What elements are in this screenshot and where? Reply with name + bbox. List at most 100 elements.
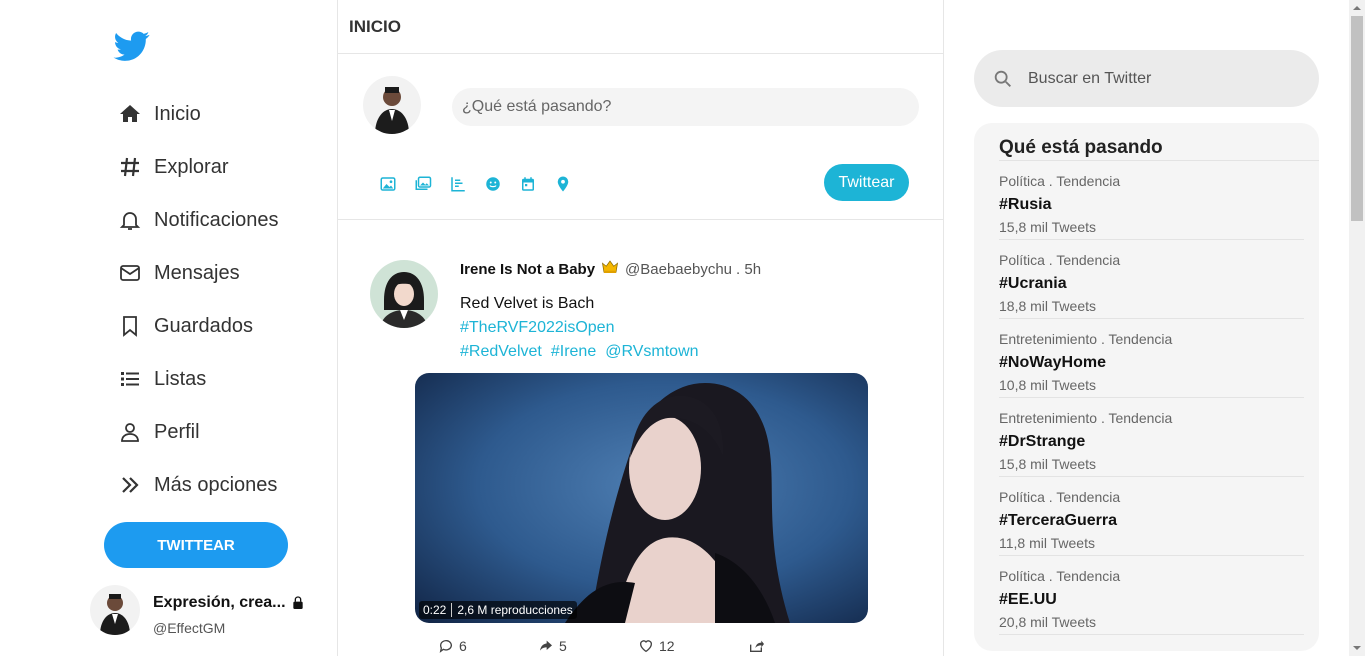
user-icon [116, 418, 144, 446]
divider [451, 603, 453, 617]
sidebar-item-label: Notificaciones [154, 208, 279, 231]
trend-category: Política . Tendencia [999, 252, 1121, 268]
avatar [363, 76, 421, 134]
trend-item[interactable]: Política . Tendencia #Rusia 15,8 mil Twe… [999, 161, 1304, 240]
bell-icon [116, 206, 144, 234]
twitter-bird-icon[interactable] [112, 28, 152, 64]
envelope-icon [116, 259, 144, 287]
avatar[interactable] [370, 260, 438, 328]
share-arrow-icon [540, 640, 552, 651]
home-icon [116, 100, 144, 128]
hashtag-link[interactable]: #RedVelvet [460, 343, 542, 361]
right-sidebar: Qué está pasando Política . Tendencia #R… [944, 0, 1349, 656]
tweet-header: Irene Is Not a Baby @Baebaebychu . 5h [460, 258, 761, 281]
double-chevron-icon [116, 471, 144, 499]
trend-hashtag: #TerceraGuerra [999, 512, 1117, 529]
gallery-icon[interactable] [413, 174, 433, 194]
retweet-count: 5 [559, 638, 567, 654]
search-icon [994, 70, 1011, 87]
trend-count: 20,8 mil Tweets [999, 614, 1097, 630]
compose-input[interactable] [452, 88, 919, 126]
sidebar-item-label: Listas [154, 367, 207, 390]
trend-category: Política . Tendencia [999, 173, 1121, 189]
trend-category: Entretenimiento . Tendencia [999, 410, 1173, 426]
crown-icon [600, 258, 620, 281]
emoji-icon[interactable] [483, 174, 503, 194]
sidebar-item-label: Perfil [154, 420, 200, 443]
tweet-author-name[interactable]: Irene Is Not a Baby [460, 261, 595, 278]
trends-title: Qué está pasando [999, 137, 1163, 158]
reply-button[interactable]: 6 [438, 638, 467, 654]
account-handle: @EffectGM [153, 620, 226, 636]
scroll-up-arrow-icon[interactable] [1353, 4, 1361, 12]
sidebar-item-label: Guardados [154, 314, 253, 337]
hashtag-link[interactable]: #TheRVF2022isOpen [460, 319, 614, 337]
trend-count: 18,8 mil Tweets [999, 298, 1097, 314]
sidebar-item-label: Inicio [154, 102, 201, 125]
search-bar[interactable] [974, 50, 1319, 107]
trend-item[interactable]: Entretenimiento . Tendencia #NoWayHome 1… [999, 319, 1304, 398]
sidebar-item-perfil[interactable]: Perfil [116, 416, 200, 448]
sidebar-item-notificaciones[interactable]: Notificaciones [116, 204, 279, 236]
location-icon[interactable] [553, 174, 573, 194]
trend-item[interactable]: Política . Tendencia #Ucrania 18,8 mil T… [999, 240, 1304, 319]
trend-count: 10,8 mil Tweets [999, 377, 1097, 393]
poll-icon[interactable] [448, 174, 468, 194]
share-button[interactable] [748, 638, 769, 654]
page-header: INICIO [338, 0, 943, 54]
trend-category: Entretenimiento . Tendencia [999, 331, 1173, 347]
trend-item[interactable]: Política . Tendencia #TerceraGuerra 11,8… [999, 477, 1304, 556]
sidebar-item-label: Más opciones [154, 473, 278, 496]
trend-hashtag: #DrStrange [999, 433, 1086, 450]
video-stats: 0:22 2,6 M reproducciones [419, 601, 577, 619]
scrollbar-thumb[interactable] [1351, 16, 1363, 221]
sidebar-item-inicio[interactable]: Inicio [116, 98, 201, 130]
submit-tweet-button[interactable]: Twittear [824, 164, 909, 201]
trend-category: Política . Tendencia [999, 568, 1121, 584]
lock-icon [292, 596, 303, 609]
main-timeline: INICIO Twittear Irene Is Not a Baby @Bae… [337, 0, 944, 656]
sidebar-item-guardados[interactable]: Guardados [116, 310, 253, 342]
twittear-button[interactable]: TWITTEAR [104, 522, 288, 568]
mention-link[interactable]: @RVsmtown [605, 343, 698, 361]
tweet-composer: Twittear [338, 54, 943, 220]
reply-icon [439, 640, 452, 653]
tweet-video[interactable]: 0:22 2,6 M reproducciones [415, 373, 868, 623]
page-scrollbar[interactable] [1349, 0, 1365, 656]
account-switcher[interactable]: Expresión, crea... @EffectGM [90, 585, 330, 641]
like-button[interactable]: 12 [638, 638, 675, 654]
sidebar-item-mensajes[interactable]: Mensajes [116, 257, 240, 289]
scroll-down-arrow-icon[interactable] [1353, 644, 1361, 652]
video-thumbnail [415, 373, 868, 623]
tweet-text: Red Velvet is Bach [460, 295, 595, 312]
sidebar-item-mas-opciones[interactable]: Más opciones [116, 469, 277, 501]
trend-category: Política . Tendencia [999, 489, 1121, 505]
bookmark-icon [116, 312, 144, 340]
trend-count: 15,8 mil Tweets [999, 456, 1097, 472]
video-duration: 0:22 [423, 603, 447, 617]
hashtag-link[interactable]: #Irene [551, 343, 596, 361]
hashtag-row: #RedVelvet #Irene @RVsmtown [460, 343, 708, 361]
image-icon[interactable] [378, 174, 398, 194]
search-input[interactable] [1028, 69, 1298, 88]
list-icon [116, 365, 144, 393]
sidebar-item-label: Explorar [154, 155, 229, 178]
calendar-icon[interactable] [518, 174, 538, 194]
sidebar-item-explorar[interactable]: Explorar [116, 151, 228, 183]
trend-item[interactable]: Política . Tendencia #EE.UU 20,8 mil Twe… [999, 556, 1304, 635]
account-name: Expresión, crea... [153, 594, 306, 612]
sidebar-item-label: Mensajes [154, 261, 240, 284]
sidebar-item-listas[interactable]: Listas [116, 363, 206, 395]
avatar [90, 585, 140, 635]
trend-hashtag: #Ucrania [999, 275, 1067, 292]
retweet-button[interactable]: 5 [538, 638, 567, 654]
hashtag-icon [116, 153, 144, 181]
trend-hashtag: #EE.UU [999, 591, 1057, 608]
video-views: 2,6 M reproducciones [457, 603, 573, 617]
tweet-timestamp: . 5h [736, 261, 762, 278]
trend-item[interactable]: Entretenimiento . Tendencia #DrStrange 1… [999, 398, 1304, 477]
share-icon [750, 640, 764, 652]
left-sidebar: Inicio Explorar Notificaciones Mensajes … [0, 0, 337, 656]
page-title: INICIO [349, 16, 401, 36]
tweet-author-handle[interactable]: @Baebaebychu [625, 261, 732, 278]
